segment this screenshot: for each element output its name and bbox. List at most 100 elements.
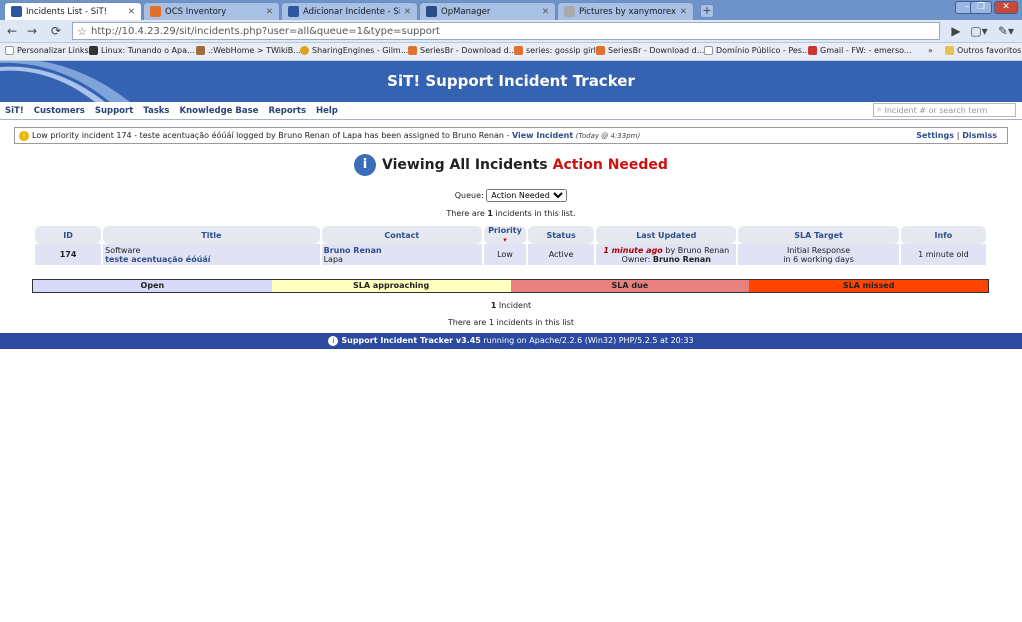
separator: | <box>956 131 960 140</box>
bookmark-label: Domínio Público - Pes... <box>716 46 810 55</box>
sla-line-1: Initial Response <box>787 245 851 255</box>
forward-arrow-icon[interactable]: → <box>24 23 40 39</box>
table-row[interactable]: 174 Software teste acentuação éóúáí Brun… <box>35 244 986 265</box>
contact-org: Lapa <box>323 254 343 264</box>
app-title: SiT! Support Incident Tracker <box>387 72 635 90</box>
footer-server-info: running on Apache/2.2.6 (Win32) PHP/5.2.… <box>483 336 694 345</box>
menu-item-tasks[interactable]: Tasks <box>143 106 169 116</box>
bookmark-label: Personalizar Links <box>17 46 89 55</box>
close-tab-icon[interactable]: ✕ <box>542 7 549 17</box>
col-status[interactable]: Status <box>528 226 595 244</box>
queue-label: Queue: <box>454 191 484 200</box>
tab-incidents-list[interactable]: Incidents List - SiT! ✕ <box>4 2 142 20</box>
address-bar[interactable]: ☆ <box>72 22 940 40</box>
info-icon: ! <box>19 130 29 141</box>
tab-adicionar-incidente[interactable]: Adicionar Incidente - SiT! ✕ <box>281 2 418 20</box>
search-icon: ⌕ <box>877 105 882 114</box>
url-input[interactable] <box>91 25 939 37</box>
maximize-button[interactable]: ❐ <box>970 1 992 14</box>
view-incident-link[interactable]: View Incident <box>512 131 573 140</box>
back-arrow-icon[interactable]: ← <box>4 23 20 39</box>
owner-label: Owner: <box>621 254 651 264</box>
bookmark-item[interactable]: SeriesBr - Download d... <box>596 46 704 55</box>
go-arrow-icon[interactable]: ▶ <box>948 23 964 39</box>
legend-open: Open <box>33 280 272 292</box>
incident-info-icon: i <box>354 154 377 176</box>
cell-sla-target: Initial Response in 6 working days <box>738 244 899 265</box>
legend-sla-missed: SLA missed <box>749 280 988 292</box>
page-icon <box>704 46 713 55</box>
bookmark-item[interactable]: Personalizar Links <box>5 46 89 55</box>
incident-search-input[interactable]: ⌕ Incident # or search term <box>873 103 1016 117</box>
bookmark-item[interactable]: .:WebHome > TWikiB... <box>196 46 301 55</box>
close-window-button[interactable]: ✕ <box>994 1 1018 14</box>
menu-item-support[interactable]: Support <box>95 106 133 116</box>
page-menu-icon[interactable]: ▢▾ <box>968 23 990 39</box>
bookmark-item[interactable]: SharingEngines - Gilm... <box>300 46 408 55</box>
close-tab-icon[interactable]: ✕ <box>266 7 273 17</box>
footer-app-name[interactable]: Support Incident Tracker v3.45 <box>341 336 480 345</box>
tab-label: Adicionar Incidente - SiT! <box>303 6 400 17</box>
bookmark-label: series: gossip girl <box>526 46 596 55</box>
cell-last-updated: 1 minute ago by Bruno Renan Owner: Bruno… <box>596 244 737 265</box>
sit-logo-icon: i <box>328 336 339 346</box>
close-tab-icon[interactable]: ✕ <box>128 7 135 17</box>
count-prefix: There are <box>446 209 485 218</box>
tab-label: OpManager <box>441 6 491 17</box>
search-placeholder: Incident # or search term <box>884 105 988 115</box>
sla-line-2: in 6 working days <box>783 254 854 264</box>
tab-label: OCS Inventory <box>165 6 227 17</box>
col-sla-target[interactable]: SLA Target <box>738 226 899 244</box>
menu-item-customers[interactable]: Customers <box>34 106 85 116</box>
col-info[interactable]: Info <box>900 226 986 244</box>
page-title-highlight: Action Needed <box>552 157 668 173</box>
queue-selector: Queue: Action Needed <box>0 189 1022 202</box>
bookmark-item[interactable]: Gmail - FW: - emerso... <box>808 46 912 55</box>
dismiss-link[interactable]: Dismiss <box>962 131 997 140</box>
menu-item-help[interactable]: Help <box>316 106 338 116</box>
bookmark-item[interactable]: Linux: Tunando o Apa... <box>89 46 195 55</box>
menu-item-sit[interactable]: SiT! <box>5 106 24 116</box>
bookmark-star-icon[interactable]: ☆ <box>73 25 91 38</box>
tab-pictures[interactable]: Pictures by xanymorex - P... ✕ <box>557 2 694 20</box>
browser-toolbar: ← → ⟳ ☆ ▶ ▢▾ ✎▾ <box>0 20 1022 43</box>
col-priority[interactable]: Priority ▾ <box>483 226 526 244</box>
reload-icon[interactable]: ⟳ <box>48 23 64 39</box>
bookmark-item[interactable]: Domínio Público - Pes... <box>704 46 810 55</box>
page-title-text: Viewing All Incidents <box>382 157 548 173</box>
owner-name: Bruno Renan <box>652 254 711 264</box>
bookmark-item[interactable]: series: gossip girl <box>514 46 596 55</box>
cell-title: Software teste acentuação éóúáí <box>103 244 320 265</box>
bookmark-item[interactable]: SeriesBr - Download d... <box>408 46 516 55</box>
tab-ocs-inventory[interactable]: OCS Inventory ✕ <box>143 2 280 20</box>
incidents-table: ID Title Contact Priority ▾ Status Last … <box>33 226 988 265</box>
col-contact[interactable]: Contact <box>321 226 482 244</box>
bookmark-label: .:WebHome > TWikiB... <box>208 46 301 55</box>
wrench-menu-icon[interactable]: ✎▾ <box>994 23 1018 39</box>
settings-link[interactable]: Settings <box>916 131 954 140</box>
summary-line: There are 1 incidents in this list <box>447 318 575 327</box>
col-last-updated[interactable]: Last Updated <box>596 226 737 244</box>
close-tab-icon[interactable]: ✕ <box>680 7 687 17</box>
cell-priority: Low <box>483 244 526 265</box>
blogger-icon <box>596 46 605 55</box>
tab-label: Pictures by xanymorex - P... <box>579 6 676 17</box>
close-tab-icon[interactable]: ✕ <box>404 7 411 17</box>
col-id[interactable]: ID <box>35 226 102 244</box>
tab-strip: Incidents List - SiT! ✕ OCS Inventory ✕ … <box>0 0 1022 20</box>
new-tab-button[interactable]: + <box>700 4 714 18</box>
other-bookmarks[interactable]: Outros favoritos <box>945 46 1021 55</box>
incident-title-link[interactable]: teste acentuação éóúáí <box>105 255 317 264</box>
contact-name-link[interactable]: Bruno Renan <box>324 246 480 255</box>
menu-item-knowledge-base[interactable]: Knowledge Base <box>180 106 259 116</box>
incident-summary: 1 Incident <box>0 301 1022 310</box>
table-header-row: ID Title Contact Priority ▾ Status Last … <box>35 226 986 244</box>
legend-sla-due: SLA due <box>510 280 750 292</box>
app-header: SiT! Support Incident Tracker <box>0 61 1022 102</box>
tab-label: Incidents List - SiT! <box>26 6 108 17</box>
menu-item-reports[interactable]: Reports <box>268 106 306 116</box>
tab-opmanager[interactable]: OpManager ✕ <box>419 2 556 20</box>
col-title[interactable]: Title <box>103 226 320 244</box>
bookmarks-overflow-chevron-icon[interactable]: » <box>928 46 933 55</box>
queue-select[interactable]: Action Needed <box>486 189 568 202</box>
